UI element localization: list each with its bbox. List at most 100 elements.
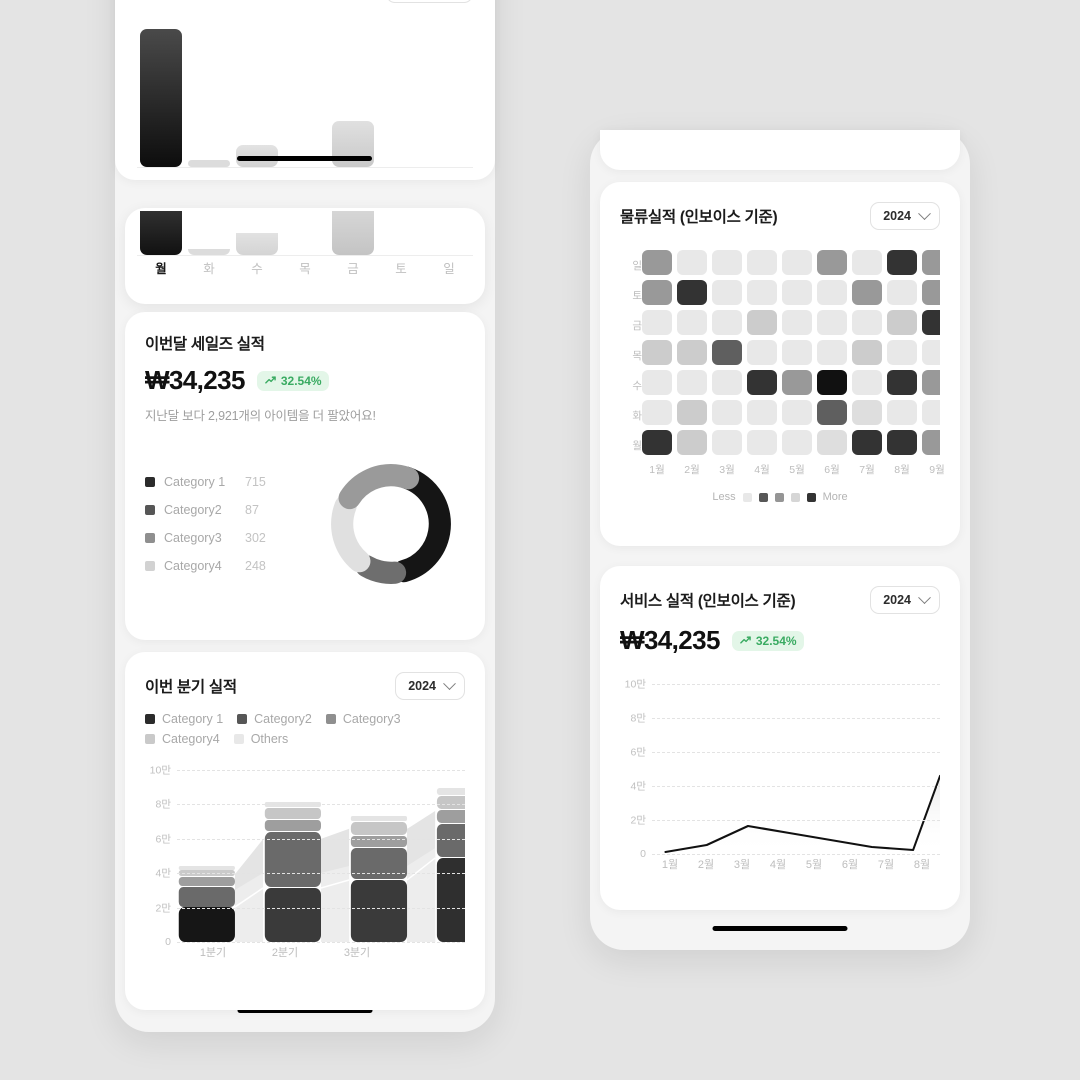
heatmap-cell[interactable] (887, 430, 917, 455)
legend-item[interactable]: Category2 (237, 712, 312, 726)
heatmap-cell[interactable] (852, 340, 882, 365)
heatmap-cell[interactable] (782, 340, 812, 365)
heatmap-cell[interactable] (712, 340, 742, 365)
heatmap-cell[interactable] (817, 370, 847, 395)
heatmap-cell[interactable] (747, 430, 777, 455)
heatmap-cell[interactable] (747, 370, 777, 395)
heatmap-cell[interactable] (677, 280, 707, 305)
weekday-label-sat[interactable]: 토 (377, 258, 425, 277)
legend-value-cat4: 248 (245, 559, 266, 573)
heatmap-cell[interactable] (887, 340, 917, 365)
legend-item[interactable]: Others (233, 732, 288, 746)
heatmap-cell[interactable] (677, 430, 707, 455)
heatmap-cell[interactable] (817, 400, 847, 425)
heatmap-cell[interactable] (887, 250, 917, 275)
heatmap-cell[interactable] (642, 310, 672, 335)
quarter-year-select[interactable]: 2024 (395, 672, 465, 700)
heatmap-cell[interactable] (712, 400, 742, 425)
heatmap-cell[interactable] (887, 280, 917, 305)
heatmap-cell[interactable] (887, 310, 917, 335)
heatmap-cell[interactable] (782, 310, 812, 335)
heatmap-cell[interactable] (782, 430, 812, 455)
legend-item[interactable]: Category2 87 (145, 503, 317, 517)
heatmap-cell[interactable] (747, 280, 777, 305)
heatmap-cell[interactable] (782, 250, 812, 275)
heatmap-cell[interactable] (712, 310, 742, 335)
weekday-label-thu[interactable]: 목 (281, 258, 329, 277)
weekday-label-tue[interactable]: 화 (185, 258, 233, 277)
heatmap-cell[interactable] (747, 310, 777, 335)
heatmap-cell[interactable] (852, 250, 882, 275)
heatmap-cell[interactable] (782, 370, 812, 395)
logistics-heatmap-card: 물류실적 (인보이스 기준) 2024 일 토 금 목 수 화 월 1월 2월 … (600, 182, 960, 546)
heatmap-cell[interactable] (817, 430, 847, 455)
legend-item[interactable]: Category4 248 (145, 559, 317, 573)
weekday-label-sun[interactable]: 일 (425, 258, 473, 277)
weekday-label-mon[interactable]: 월 (137, 258, 185, 277)
heatmap-cell[interactable] (747, 340, 777, 365)
heatmap-cell[interactable] (852, 310, 882, 335)
heatmap-month-5: 5월 (789, 464, 805, 476)
legend-item[interactable]: Category 1 (145, 712, 223, 726)
logistics-year-select[interactable]: 2024 (870, 202, 940, 230)
heatmap-cell[interactable] (817, 250, 847, 275)
y-tick-3: 6만 (630, 746, 647, 759)
bar-mon[interactable] (140, 29, 182, 167)
legend-item[interactable]: Category4 (145, 732, 220, 746)
heatmap-cell[interactable] (712, 370, 742, 395)
heatmap-cell[interactable] (677, 310, 707, 335)
heatmap-cell[interactable] (747, 400, 777, 425)
heatmap-cell[interactable] (677, 340, 707, 365)
heatmap-cell[interactable] (852, 400, 882, 425)
heatmap-cell[interactable] (852, 370, 882, 395)
bar-tue[interactable] (188, 160, 230, 167)
heatmap-cell[interactable] (817, 340, 847, 365)
heatmap-cell[interactable] (922, 340, 940, 365)
legend-item[interactable]: Category3 (325, 712, 401, 726)
heatmap-cell[interactable] (712, 280, 742, 305)
heatmap-cell[interactable] (782, 400, 812, 425)
heatmap-cell[interactable] (642, 340, 672, 365)
heatmap-cell[interactable] (642, 250, 672, 275)
weekday-label-wed[interactable]: 수 (233, 258, 281, 277)
daybar-wed[interactable] (236, 233, 278, 255)
daybar-fri[interactable] (332, 211, 374, 255)
heatmap-row-label-thu: 목 (632, 349, 642, 362)
heatmap-cell[interactable] (922, 430, 940, 455)
heatmap-cell[interactable] (642, 400, 672, 425)
heatmap-cell[interactable] (817, 280, 847, 305)
heatmap-cell[interactable] (922, 370, 940, 395)
bar-slot (185, 28, 233, 168)
heatmap-cell[interactable] (922, 400, 940, 425)
heatmap-cell[interactable] (922, 250, 940, 275)
heatmap-cell[interactable] (642, 280, 672, 305)
heatmap-cell[interactable] (922, 280, 940, 305)
heatmap-cell[interactable] (747, 250, 777, 275)
heatmap-cell[interactable] (642, 430, 672, 455)
legend-item[interactable]: Category 1 715 (145, 475, 317, 489)
heatmap-cell[interactable] (852, 280, 882, 305)
weekly-bar-chart (137, 28, 473, 168)
home-indicator-right (712, 926, 848, 931)
heatmap-cell[interactable] (677, 400, 707, 425)
heatmap-cell[interactable] (852, 430, 882, 455)
month-select[interactable]: 2024.10 (385, 0, 473, 3)
service-year-select[interactable]: 2024 (870, 586, 940, 614)
weekday-label-fri[interactable]: 금 (329, 258, 377, 277)
daybar-mon[interactable] (140, 211, 182, 255)
service-area-fill (665, 776, 940, 854)
legend-item[interactable]: Category3 302 (145, 531, 317, 545)
heatmap-cell[interactable] (887, 370, 917, 395)
weekday-labels-card: 월 화 수 목 금 토 일 (125, 208, 485, 304)
heatmap-cell[interactable] (887, 400, 917, 425)
heatmap-cell[interactable] (817, 310, 847, 335)
heatmap-cell[interactable] (922, 310, 940, 335)
heatmap-cell[interactable] (712, 250, 742, 275)
heatmap-cell[interactable] (642, 370, 672, 395)
heatmap-cell[interactable] (782, 280, 812, 305)
daybar-tue[interactable] (188, 249, 230, 255)
gridline (177, 873, 465, 875)
heatmap-cell[interactable] (677, 370, 707, 395)
heatmap-cell[interactable] (712, 430, 742, 455)
heatmap-cell[interactable] (677, 250, 707, 275)
